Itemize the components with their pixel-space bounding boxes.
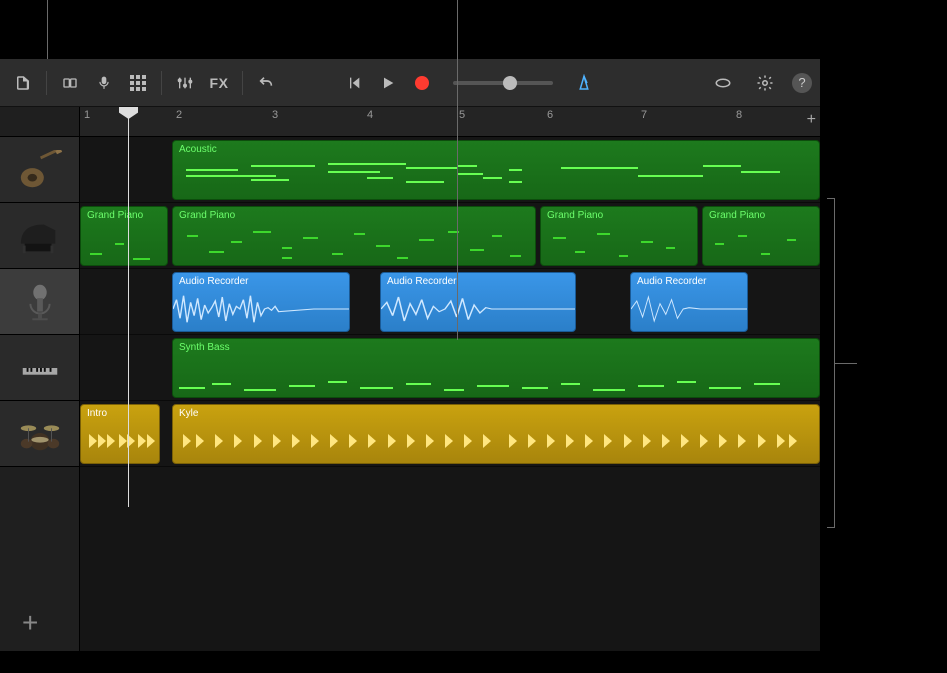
input-button[interactable]	[89, 68, 119, 98]
toolbar: FX ?	[0, 59, 820, 107]
loop-browser-button[interactable]	[708, 68, 738, 98]
ruler-mark: 6	[543, 107, 557, 123]
region-synth-bass[interactable]: Synth Bass	[172, 338, 820, 398]
callout-line-region	[457, 0, 458, 340]
region-label: Synth Bass	[179, 342, 813, 353]
drums-icon	[17, 414, 63, 454]
ruler-mark: 1	[80, 107, 94, 123]
region-grand-piano[interactable]: Grand Piano	[540, 206, 698, 266]
region-audio-recorder[interactable]: Audio Recorder	[630, 272, 748, 332]
region-audio-recorder[interactable]: Audio Recorder	[172, 272, 350, 332]
master-volume-slider[interactable]	[453, 81, 553, 85]
guitar-icon	[17, 150, 63, 190]
microphone-icon	[17, 282, 63, 322]
region-label: Grand Piano	[709, 210, 813, 221]
track-header-synth[interactable]	[0, 335, 79, 401]
go-to-beginning-button[interactable]	[339, 68, 369, 98]
region-acoustic[interactable]: Acoustic	[172, 140, 820, 200]
track-lane[interactable]: Grand Piano Grand Piano	[80, 203, 820, 269]
add-song-section-button[interactable]: +	[807, 111, 816, 129]
my-songs-button[interactable]	[8, 68, 38, 98]
region-intro[interactable]: Intro	[80, 404, 160, 464]
track-controls-button[interactable]	[170, 68, 200, 98]
track-lane[interactable]: Synth Bass	[80, 335, 820, 401]
ruler-mark: 4	[363, 107, 377, 123]
help-button[interactable]: ?	[792, 73, 812, 93]
region-kyle[interactable]: Kyle	[172, 404, 820, 464]
region-label: Grand Piano	[179, 210, 529, 221]
track-lane[interactable]: Audio Recorder Audio Recorder Audio Reco…	[80, 269, 820, 335]
region-grand-piano[interactable]: Grand Piano	[80, 206, 168, 266]
region-label: Acoustic	[179, 144, 813, 155]
region-label: Intro	[87, 408, 153, 419]
track-header-microphone[interactable]	[0, 269, 79, 335]
browser-button[interactable]	[55, 68, 85, 98]
undo-button[interactable]	[251, 68, 281, 98]
tracks-area[interactable]: Acoustic	[80, 137, 820, 467]
region-label: Audio Recorder	[387, 276, 569, 287]
fx-button[interactable]: FX	[204, 68, 234, 98]
region-label: Audio Recorder	[637, 276, 741, 287]
track-header-drums[interactable]	[0, 401, 79, 467]
track-header-piano[interactable]	[0, 203, 79, 269]
region-grand-piano[interactable]: Grand Piano	[702, 206, 820, 266]
playhead[interactable]	[128, 107, 129, 507]
record-button[interactable]	[407, 68, 437, 98]
callout-line-tracks	[835, 363, 857, 364]
volume-slider-thumb[interactable]	[503, 76, 517, 90]
region-label: Kyle	[179, 408, 813, 419]
ruler-mark: 2	[172, 107, 186, 123]
region-grand-piano[interactable]: Grand Piano	[172, 206, 536, 266]
ruler-mark: 8	[732, 107, 746, 123]
callout-bracket-tracks	[827, 198, 835, 528]
ruler-mark: 3	[268, 107, 282, 123]
track-headers-column: +	[0, 107, 80, 651]
timeline: 1 2 3 4 5 6 7 8 + Acoustic	[80, 107, 820, 651]
track-header-guitar[interactable]	[0, 137, 79, 203]
garageband-window: FX ?	[0, 59, 820, 651]
track-lane[interactable]: Acoustic	[80, 137, 820, 203]
region-label: Audio Recorder	[179, 276, 343, 287]
metronome-button[interactable]	[569, 68, 599, 98]
add-track-button[interactable]: +	[22, 607, 38, 639]
region-label: Grand Piano	[87, 210, 161, 221]
ruler[interactable]: 1 2 3 4 5 6 7 8 +	[80, 107, 820, 137]
region-label: Grand Piano	[547, 210, 691, 221]
callout-line-track-headers	[47, 0, 48, 59]
piano-icon	[17, 216, 63, 256]
settings-button[interactable]	[750, 68, 780, 98]
play-button[interactable]	[373, 68, 403, 98]
grid-button[interactable]	[123, 68, 153, 98]
synth-icon	[17, 348, 63, 388]
region-audio-recorder[interactable]: Audio Recorder	[380, 272, 576, 332]
track-lane[interactable]: Intro Kyle	[80, 401, 820, 467]
workspace: + 1 2 3 4 5 6 7 8 + Acous	[0, 107, 820, 651]
ruler-mark: 7	[637, 107, 651, 123]
